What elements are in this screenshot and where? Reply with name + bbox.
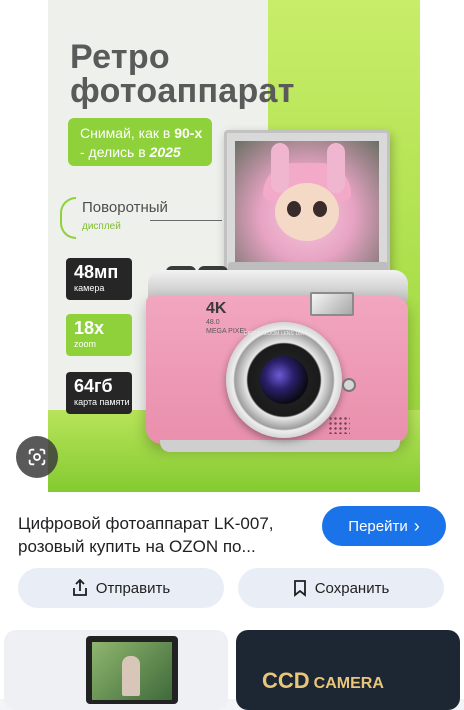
- related-thumb-1[interactable]: [4, 630, 228, 710]
- result-card: Цифровой фотоаппарат LK-007, розовый куп…: [0, 492, 464, 710]
- bunny-ear-left: [271, 143, 289, 193]
- rotate-arc-icon: [60, 197, 76, 239]
- speaker-grille: [328, 416, 350, 434]
- share-label: Отправить: [95, 579, 171, 597]
- visit-button-label: Перейти: [348, 517, 408, 535]
- ccd-camera-text: CCD CAMERA: [262, 668, 384, 694]
- spec-megapixels: 48мп камера: [66, 258, 132, 300]
- spec-value: 64гб: [74, 376, 113, 396]
- badge-text-2: - делись в: [80, 144, 150, 160]
- bookmark-icon: [293, 580, 306, 597]
- lens-ring-text: DIGITAL ZOOM LENS 18X: [244, 331, 305, 337]
- mini-screen: [92, 642, 172, 700]
- badge-em-1: 90-х: [174, 125, 203, 141]
- spec-label: камера: [74, 283, 105, 293]
- callout-line: [150, 220, 222, 221]
- spec-memory: 64гб карта памяти: [66, 372, 132, 414]
- camera-flash: [310, 292, 354, 316]
- badge-em-2: 2025: [149, 144, 181, 160]
- bunny-ear-right: [327, 143, 345, 193]
- camera-4k-label: 4K: [206, 300, 227, 317]
- save-button[interactable]: Сохранить: [238, 568, 444, 608]
- google-lens-button[interactable]: [16, 436, 58, 478]
- bunny-eye: [287, 201, 301, 217]
- screen-image: [235, 141, 379, 265]
- product-photo: Ретро фотоаппарат Снимай, как в 90-х - д…: [48, 0, 420, 492]
- promo-title-line1: Ретро: [70, 38, 170, 76]
- spec-label: zoom: [74, 339, 97, 349]
- camera-mp-label: 48.0 MEGA PIXEL: [206, 318, 248, 336]
- spec-value: 18x: [74, 318, 105, 338]
- camera-mp-value: 48.0: [206, 319, 220, 326]
- chevron-right-icon: ›: [413, 516, 420, 536]
- promo-badge: Снимай, как в 90-х - делись в 2025: [68, 118, 212, 166]
- share-button[interactable]: Отправить: [18, 568, 224, 608]
- visit-button[interactable]: Перейти ›: [322, 506, 446, 546]
- lens-glass: [260, 356, 308, 404]
- promo-title-line2: фотоаппарат: [70, 72, 295, 110]
- spec-zoom: 18x zoom: [66, 314, 132, 356]
- camera-lens: [226, 322, 342, 438]
- spec-label: карта памяти: [74, 397, 130, 407]
- mini-camera-image: [86, 636, 178, 704]
- bunny-face: [275, 183, 339, 241]
- mini-person: [122, 656, 140, 696]
- rotating-label: Поворотный: [82, 199, 168, 216]
- camera-bottom-plate: [160, 440, 400, 452]
- google-lens-icon: [28, 448, 46, 466]
- share-icon: [72, 579, 87, 596]
- product-image[interactable]: Ретро фотоаппарат Снимай, как в 90-х - д…: [0, 0, 464, 492]
- ccd-text: CCD: [262, 668, 310, 693]
- camera-mp-text: MEGA PIXEL: [206, 328, 249, 335]
- badge-text-1: Снимай, как в: [80, 125, 175, 141]
- camera-text: CAMERA: [313, 675, 384, 692]
- save-label: Сохранить: [314, 579, 390, 597]
- bunny-eye: [313, 201, 327, 217]
- result-title[interactable]: Цифровой фотоаппарат LK-007, розовый куп…: [18, 512, 308, 558]
- flip-screen: [224, 130, 390, 276]
- related-thumb-2[interactable]: CCD CAMERA: [236, 630, 460, 710]
- rotating-sub: дисплей: [82, 221, 121, 232]
- camera-knob: [342, 378, 356, 392]
- promo-title: Ретро фотоаппарат: [70, 40, 295, 108]
- spec-value: 48мп: [74, 262, 119, 282]
